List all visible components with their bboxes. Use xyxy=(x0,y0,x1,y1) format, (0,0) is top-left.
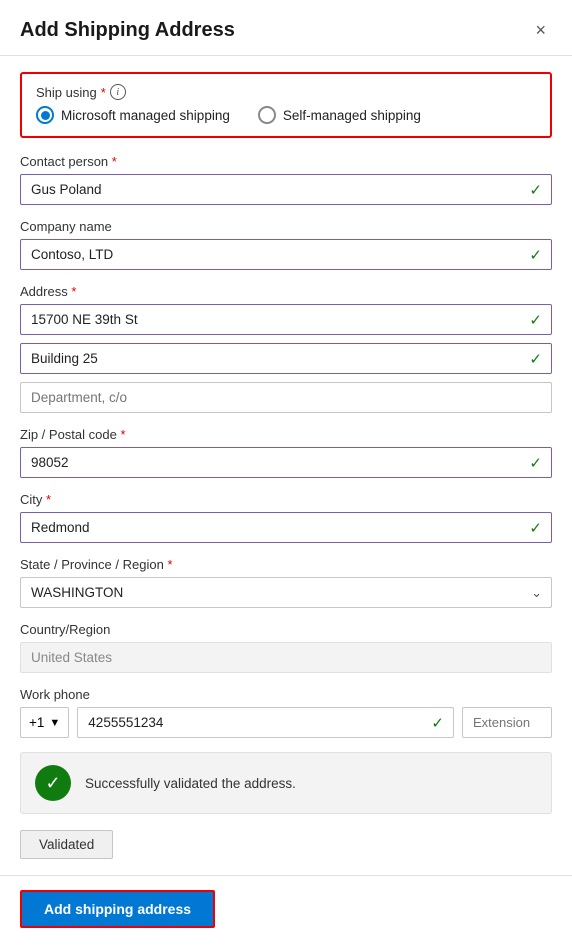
validation-banner: ✓ Successfully validated the address. xyxy=(20,752,552,814)
radio-self-managed[interactable]: Self-managed shipping xyxy=(258,106,421,124)
company-name-label: Company name xyxy=(20,219,552,234)
address-line3-input[interactable] xyxy=(20,382,552,413)
add-shipping-address-button[interactable]: Add shipping address xyxy=(20,890,215,928)
phone-check-icon: ✓ xyxy=(431,714,444,732)
phone-number-wrapper: ✓ xyxy=(77,707,454,738)
zip-check-icon: ✓ xyxy=(529,454,542,472)
info-icon[interactable]: i xyxy=(110,84,126,100)
address-label: Address * xyxy=(20,284,552,299)
state-group: State / Province / Region * WASHINGTON ⌄ xyxy=(20,557,552,608)
contact-person-input-wrapper: ✓ xyxy=(20,174,552,205)
address-line2-wrapper: ✓ xyxy=(20,343,552,374)
address-line2-check-icon: ✓ xyxy=(529,350,542,368)
required-star: * xyxy=(71,284,76,299)
company-name-input-wrapper: ✓ xyxy=(20,239,552,270)
work-phone-label: Work phone xyxy=(20,687,552,702)
address-line1-wrapper: ✓ xyxy=(20,304,552,335)
city-check-icon: ✓ xyxy=(529,519,542,537)
address-line1-check-icon: ✓ xyxy=(529,311,542,329)
required-star: * xyxy=(101,85,106,100)
zip-label: Zip / Postal code * xyxy=(20,427,552,442)
city-label: City * xyxy=(20,492,552,507)
address-group: Address * ✓ ✓ xyxy=(20,284,552,413)
contact-person-input[interactable] xyxy=(20,174,552,205)
company-name-check-icon: ✓ xyxy=(529,246,542,264)
phone-extension-input[interactable] xyxy=(462,707,552,738)
company-name-group: Company name ✓ xyxy=(20,219,552,270)
zip-input[interactable] xyxy=(20,447,552,478)
company-name-input[interactable] xyxy=(20,239,552,270)
phone-chevron-icon: ▼ xyxy=(49,717,60,729)
state-select-wrapper: WASHINGTON ⌄ xyxy=(20,577,552,608)
radio-selected-inner xyxy=(41,111,50,120)
work-phone-group: Work phone +1 ▼ ✓ xyxy=(20,687,552,738)
contact-person-label: Contact person * xyxy=(20,154,552,169)
required-star: * xyxy=(120,427,125,442)
contact-person-check-icon: ✓ xyxy=(529,181,542,199)
country-code: +1 xyxy=(29,715,44,730)
country-label: Country/Region xyxy=(20,622,552,637)
modal-title: Add Shipping Address xyxy=(20,19,235,42)
ship-using-section: Ship using * i Microsoft managed shippin… xyxy=(20,72,552,138)
country-group: Country/Region xyxy=(20,622,552,673)
phone-country-selector[interactable]: +1 ▼ xyxy=(20,707,69,738)
address-line2-input[interactable] xyxy=(20,343,552,374)
city-group: City * ✓ xyxy=(20,492,552,543)
required-star: * xyxy=(167,557,172,572)
contact-person-group: Contact person * ✓ xyxy=(20,154,552,205)
validation-success-icon: ✓ xyxy=(35,765,71,801)
validated-button[interactable]: Validated xyxy=(20,830,113,859)
country-input xyxy=(20,642,552,673)
ship-using-radio-group: Microsoft managed shipping Self-managed … xyxy=(36,106,536,124)
state-select[interactable]: WASHINGTON xyxy=(20,577,552,608)
modal-footer: Add shipping address xyxy=(0,875,572,948)
modal-header: Add Shipping Address × xyxy=(0,0,572,56)
required-star: * xyxy=(46,492,51,507)
modal-body: Ship using * i Microsoft managed shippin… xyxy=(0,56,572,875)
validation-message: Successfully validated the address. xyxy=(85,776,296,791)
address-line1-input[interactable] xyxy=(20,304,552,335)
add-shipping-address-modal: Add Shipping Address × Ship using * i Mi… xyxy=(0,0,572,948)
radio-selected-outer xyxy=(36,106,54,124)
phone-number-input[interactable] xyxy=(77,707,454,738)
radio-microsoft-managed[interactable]: Microsoft managed shipping xyxy=(36,106,230,124)
phone-input-group: +1 ▼ ✓ xyxy=(20,707,552,738)
city-input[interactable] xyxy=(20,512,552,543)
state-label: State / Province / Region * xyxy=(20,557,552,572)
zip-group: Zip / Postal code * ✓ xyxy=(20,427,552,478)
ship-using-label: Ship using * i xyxy=(36,84,536,100)
zip-input-wrapper: ✓ xyxy=(20,447,552,478)
radio-empty-outer xyxy=(258,106,276,124)
close-button[interactable]: × xyxy=(529,18,552,43)
required-star: * xyxy=(112,154,117,169)
city-input-wrapper: ✓ xyxy=(20,512,552,543)
address-line3-wrapper xyxy=(20,382,552,413)
country-input-wrapper xyxy=(20,642,552,673)
